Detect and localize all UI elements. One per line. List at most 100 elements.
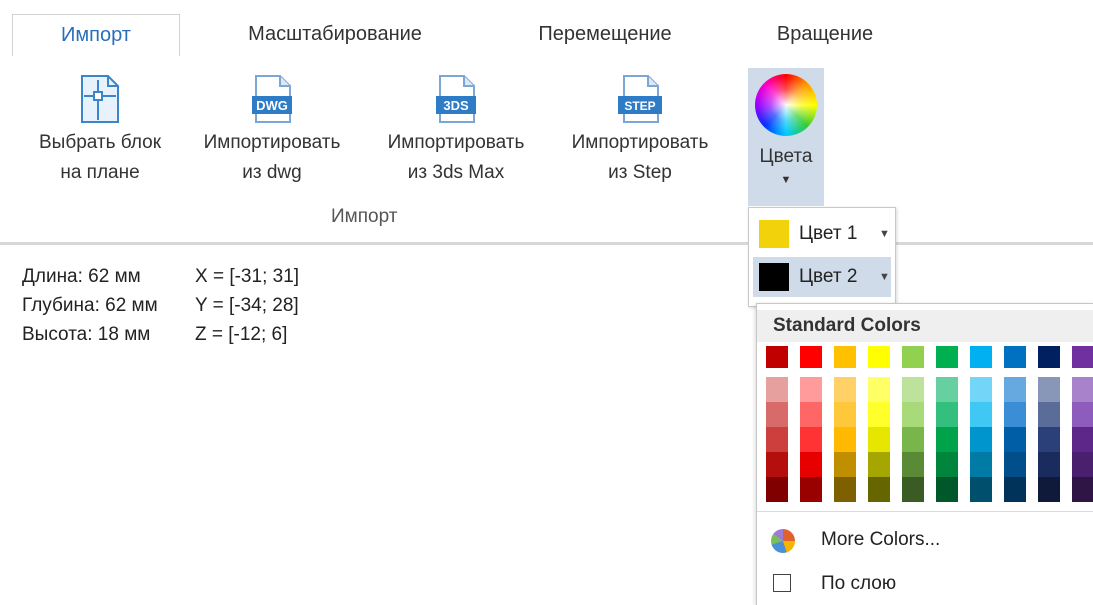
standard-color-swatch[interactable] (936, 346, 958, 368)
shade-color-swatch[interactable] (1038, 402, 1060, 427)
import-3ds-label-1: Импортировать (387, 132, 525, 153)
by-layer-item[interactable]: По слою (757, 564, 1093, 604)
shade-color-swatch[interactable] (902, 452, 924, 477)
shade-color-swatch[interactable] (868, 402, 890, 427)
by-layer-label: По слою (821, 573, 897, 594)
color-wheel-icon (755, 74, 817, 136)
shade-color-swatch[interactable] (868, 427, 890, 452)
shade-color-swatch[interactable] (902, 402, 924, 427)
color-palette-dropdown: Standard Colors More Colors... По слою (756, 303, 1093, 605)
ribbon-group-label: Импорт (331, 206, 398, 227)
shade-color-swatch[interactable] (1004, 427, 1026, 452)
standard-color-swatch[interactable] (834, 346, 856, 368)
tab-import[interactable]: Импорт (12, 14, 180, 57)
tab-scaling[interactable]: Масштабирование (210, 14, 460, 56)
shade-color-swatch[interactable] (834, 427, 856, 452)
shade-color-swatch[interactable] (1004, 377, 1026, 402)
shade-color-swatch[interactable] (970, 452, 992, 477)
shade-color-swatch[interactable] (834, 477, 856, 502)
shade-color-swatch[interactable] (970, 477, 992, 502)
shade-color-swatch[interactable] (936, 452, 958, 477)
3ds-badge-text: 3DS (443, 98, 469, 113)
shade-color-swatch[interactable] (800, 377, 822, 402)
shade-color-swatch[interactable] (834, 402, 856, 427)
shade-color-swatch[interactable] (1004, 477, 1026, 502)
shade-color-swatch[interactable] (1072, 377, 1093, 402)
shade-color-swatch[interactable] (1004, 452, 1026, 477)
block-plan-icon (78, 74, 122, 124)
tab-moving[interactable]: Перемещение (510, 14, 700, 56)
shade-color-swatch[interactable] (800, 427, 822, 452)
shade-color-swatch[interactable] (1072, 427, 1093, 452)
shade-color-swatch[interactable] (766, 427, 788, 452)
import-3ds-button[interactable]: 3DS Импортировать из 3ds Max (366, 74, 546, 188)
dwg-badge-text: DWG (256, 98, 288, 113)
shade-color-swatch[interactable] (970, 427, 992, 452)
select-block-label-2: на плане (60, 162, 140, 183)
shade-color-swatch[interactable] (834, 452, 856, 477)
import-step-label-2: из Step (608, 162, 672, 183)
shade-color-swatch[interactable] (970, 402, 992, 427)
step-file-icon: STEP (618, 74, 662, 124)
more-colors-item[interactable]: More Colors... (757, 520, 1093, 560)
select-block-label-1: Выбрать блок (38, 132, 161, 153)
shade-color-swatch[interactable] (1072, 402, 1093, 427)
shade-color-swatch[interactable] (1038, 377, 1060, 402)
standard-color-swatch[interactable] (1038, 346, 1060, 368)
chevron-down-icon: ▼ (879, 228, 890, 240)
tab-rotation[interactable]: Вращение (740, 14, 910, 56)
standard-colors-header: Standard Colors (757, 310, 1093, 342)
shade-color-swatch[interactable] (868, 477, 890, 502)
import-step-button[interactable]: STEP Импортировать из Step (550, 74, 730, 188)
shade-color-swatch[interactable] (766, 377, 788, 402)
shade-color-swatch[interactable] (902, 477, 924, 502)
standard-color-swatch[interactable] (970, 346, 992, 368)
shade-color-swatch[interactable] (1038, 477, 1060, 502)
shade-color-swatch[interactable] (1072, 452, 1093, 477)
import-dwg-button[interactable]: DWG Импортировать из dwg (184, 74, 360, 188)
color-1-item[interactable]: Цвет 1 ▼ (753, 214, 891, 254)
shade-color-swatch[interactable] (766, 477, 788, 502)
shade-color-swatch[interactable] (936, 377, 958, 402)
shade-color-swatch[interactable] (868, 377, 890, 402)
standard-color-swatch[interactable] (1072, 346, 1093, 368)
select-block-button[interactable]: Выбрать блок на плане (22, 74, 178, 188)
shade-color-swatch[interactable] (834, 377, 856, 402)
shade-color-swatch[interactable] (766, 402, 788, 427)
depth-label: Глубина: 62 мм (22, 295, 158, 316)
shade-color-swatch[interactable] (868, 452, 890, 477)
shade-color-swatch[interactable] (936, 427, 958, 452)
shade-color-swatch[interactable] (1038, 427, 1060, 452)
shade-color-swatch[interactable] (970, 377, 992, 402)
shade-color-swatch[interactable] (902, 427, 924, 452)
standard-color-swatch[interactable] (766, 346, 788, 368)
3ds-file-icon: 3DS (434, 74, 478, 124)
standard-color-swatch[interactable] (902, 346, 924, 368)
shade-color-swatch[interactable] (800, 452, 822, 477)
shade-color-swatch[interactable] (1038, 452, 1060, 477)
standard-color-swatch[interactable] (800, 346, 822, 368)
import-dwg-label-2: из dwg (242, 162, 302, 183)
chevron-down-icon: ▼ (780, 174, 792, 186)
import-dwg-label-1: Импортировать (203, 132, 341, 153)
import-step-label-1: Импортировать (571, 132, 709, 153)
shade-color-swatch[interactable] (902, 377, 924, 402)
shade-color-swatch[interactable] (1004, 402, 1026, 427)
palette-separator (757, 511, 1093, 512)
color-2-item[interactable]: Цвет 2 ▼ (753, 257, 891, 297)
colors-button[interactable]: Цвета ▼ (748, 68, 824, 206)
step-badge-text: STEP (624, 99, 655, 113)
z-range: Z = [-12; 6] (195, 324, 288, 345)
shade-color-swatch[interactable] (936, 477, 958, 502)
shade-color-swatch[interactable] (800, 402, 822, 427)
color-2-swatch (759, 263, 789, 291)
by-layer-checkbox[interactable] (773, 574, 791, 592)
standard-color-swatch[interactable] (1004, 346, 1026, 368)
shade-color-swatch[interactable] (1072, 477, 1093, 502)
standard-color-swatch[interactable] (868, 346, 890, 368)
shade-color-swatch[interactable] (766, 452, 788, 477)
shade-color-swatch[interactable] (936, 402, 958, 427)
color-2-label: Цвет 2 (799, 266, 858, 287)
shade-color-swatch[interactable] (800, 477, 822, 502)
color-1-swatch (759, 220, 789, 248)
